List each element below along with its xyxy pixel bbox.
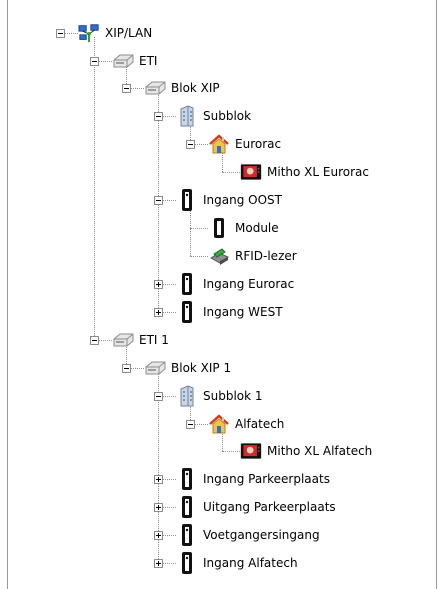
house-icon [208,413,230,435]
tree-node-label: Module [235,221,279,235]
collapse-toggle-xip-lan[interactable] [56,29,65,38]
door-panel-icon [176,552,198,574]
tree-guide-horizontal [163,312,176,313]
tree-guide-horizontal [222,172,240,173]
tree-node-ingang-eurorac[interactable]: Ingang Eurorac [176,272,294,296]
collapse-toggle-subblok-1[interactable] [154,392,163,401]
tree-node-label: ETI [139,54,158,68]
tree-node-label: RFID-lezer [235,249,297,263]
tree-node-label: Ingang WEST [203,305,283,319]
tree-node-label: XIP/LAN [105,26,153,40]
tree-guide-horizontal [190,228,208,229]
tree-node-eti[interactable]: ETI [112,49,157,73]
collapse-toggle-eti-1[interactable] [90,336,99,345]
network-icon [78,22,100,44]
tree-node-eti-1[interactable]: ETI 1 [112,328,169,352]
tree-guide-horizontal [163,535,176,536]
building-icon [176,385,198,407]
door-panel-icon [176,524,198,546]
collapse-toggle-blok-xip-1[interactable] [122,364,131,373]
device-icon [144,357,166,379]
collapse-toggle-subblok[interactable] [154,112,163,121]
tree-node-label: Ingang Eurorac [203,277,295,291]
device-icon [112,329,134,351]
tree-guide-horizontal [195,424,208,425]
tree-node-rfid-lezer[interactable]: RFID-lezer [208,244,297,268]
tree-node-ingang-oost[interactable]: Ingang OOST [176,188,282,212]
tree-node-voetgangersingang[interactable]: Voetgangersingang [176,523,320,547]
tree-guide-horizontal [163,396,176,397]
door-panel-icon [176,189,198,211]
tree-node-label: Alfatech [235,417,285,431]
expand-toggle-uitgang-parkeerplaats[interactable] [154,503,163,512]
tree-guide-horizontal [163,284,176,285]
tree-guide-horizontal [195,144,208,145]
tree-node-ingang-west[interactable]: Ingang WEST [176,300,283,324]
tree-node-label: Voetgangersingang [203,528,320,542]
expand-toggle-ingang-west[interactable] [154,308,163,317]
tree-node-label: Eurorac [235,137,282,151]
door-panel-icon [176,273,198,295]
tree-guide-horizontal [99,61,112,62]
tree-node-label: Uitgang Parkeerplaats [203,500,336,514]
tree-node-ingang-alfatech[interactable]: Ingang Alfatech [176,551,298,575]
expand-toggle-ingang-parkeerplaats[interactable] [154,475,163,484]
collapse-toggle-eti[interactable] [90,57,99,66]
tree-node-label: Mitho XL Eurorac [267,165,369,179]
tree-node-eurorac[interactable]: Eurorac [208,132,281,156]
tree-node-blok-xip[interactable]: Blok XIP [144,76,220,100]
tree-guide-horizontal [163,200,176,201]
expand-toggle-ingang-alfatech[interactable] [154,559,163,568]
tree-node-xip-lan[interactable]: XIP/LAN [78,21,152,45]
tree-guide-horizontal [163,479,176,480]
device-tree[interactable]: XIP/LAN ETI Blok XIP Subblok Eurorac Mitho XL… [0,0,445,589]
collapse-toggle-eurorac[interactable] [186,140,195,149]
tree-node-subblok-1[interactable]: Subblok 1 [176,384,263,408]
collapse-toggle-ingang-oost[interactable] [154,196,163,205]
tree-guide-horizontal [163,563,176,564]
door-panel-icon [176,496,198,518]
tree-guide-horizontal [163,507,176,508]
tree-node-label: Ingang OOST [203,193,282,207]
tree-guide-vertical [94,37,95,340]
tree-guide-horizontal [163,116,176,117]
device-icon [112,50,134,72]
tree-node-mitho-xl-alfatech[interactable]: Mitho XL Alfatech [240,439,372,463]
tree-guide-horizontal [131,88,144,89]
tree-guide-horizontal [222,451,240,452]
device-icon [144,77,166,99]
building-icon [176,105,198,127]
tree-guide-horizontal [99,340,112,341]
tree-node-module[interactable]: Module [208,216,279,240]
tree-node-label: Mitho XL Alfatech [267,444,373,458]
tree-guide-horizontal [131,368,144,369]
door-panel-icon [176,468,198,490]
collapse-toggle-alfatech[interactable] [186,420,195,429]
door-panel-icon [176,301,198,323]
rfid-reader-icon [208,245,230,267]
tree-node-label: Subblok 1 [203,389,263,403]
expand-toggle-voetgangersingang[interactable] [154,531,163,540]
collapse-toggle-blok-xip[interactable] [122,84,131,93]
house-icon [208,133,230,155]
tree-guide-horizontal [190,256,208,257]
tree-node-ingang-parkeerplaats[interactable]: Ingang Parkeerplaats [176,467,330,491]
video-monitor-icon [240,161,262,183]
tree-guide-horizontal [65,33,78,34]
tree-node-label: Blok XIP [171,81,220,95]
tree-node-label: ETI 1 [139,333,169,347]
tree-node-label: Ingang Alfatech [203,556,298,570]
tree-node-subblok[interactable]: Subblok [176,104,251,128]
module-icon [208,217,230,239]
tree-node-label: Blok XIP 1 [171,361,232,375]
tree-node-blok-xip-1[interactable]: Blok XIP 1 [144,356,231,380]
tree-node-uitgang-parkeerplaats[interactable]: Uitgang Parkeerplaats [176,495,336,519]
video-monitor-icon [240,440,262,462]
expand-toggle-ingang-eurorac[interactable] [154,280,163,289]
tree-node-alfatech[interactable]: Alfatech [208,412,284,436]
tree-node-mitho-xl-eurorac[interactable]: Mitho XL Eurorac [240,160,369,184]
tree-node-label: Ingang Parkeerplaats [203,472,330,486]
tree-node-label: Subblok [203,109,252,123]
